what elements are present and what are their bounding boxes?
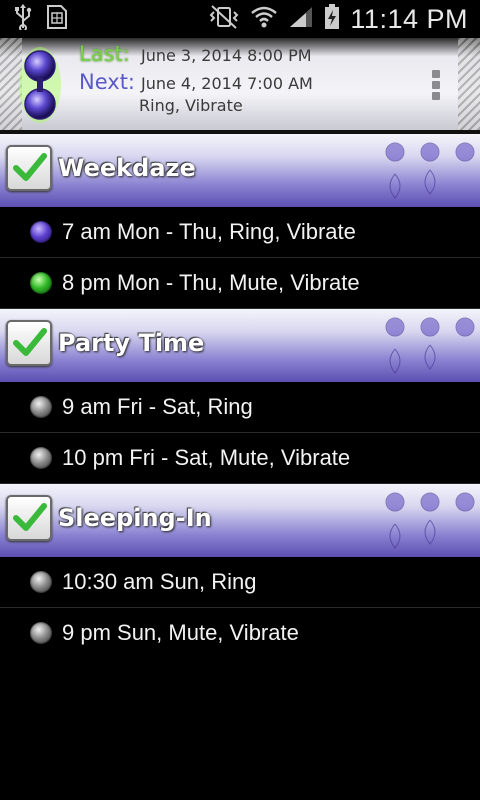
- schedule-item[interactable]: 7 am Mon - Thu, Ring, Vibrate: [0, 207, 480, 258]
- group-enabled-checkbox[interactable]: [6, 320, 52, 366]
- group-enabled-checkbox[interactable]: [6, 145, 52, 191]
- schedule-summary-header: Last: June 3, 2014 8:00 PM Next: June 4,…: [0, 38, 480, 130]
- status-dot-icon: [30, 272, 52, 294]
- battery-charging-icon: [324, 4, 340, 34]
- group-header-weekdaze[interactable]: Weekdaze: [0, 134, 480, 207]
- next-value: June 4, 2014 7:00 AM: [141, 74, 313, 93]
- status-dot-icon: [30, 221, 52, 243]
- group-title: Party Time: [58, 329, 205, 357]
- schedule-item-label: 9 am Fri - Sat, Ring: [62, 394, 253, 419]
- hourglass-pattern-icon: [385, 317, 475, 374]
- group-enabled-checkbox[interactable]: [6, 495, 52, 541]
- group-title: Weekdaze: [58, 154, 196, 182]
- status-dot-icon: [30, 622, 52, 644]
- schedule-item[interactable]: 10:30 am Sun, Ring: [0, 557, 480, 608]
- schedule-item-label: 7 am Mon - Thu, Ring, Vibrate: [62, 219, 356, 244]
- schedule-item-label: 10:30 am Sun, Ring: [62, 569, 257, 594]
- wifi-icon: [250, 5, 278, 33]
- hourglass-pattern-icon: [385, 492, 475, 549]
- hourglass-pattern-icon: [385, 142, 475, 199]
- schedule-item[interactable]: 9 pm Sun, Mute, Vibrate: [0, 608, 480, 658]
- schedule-item-label: 8 pm Mon - Thu, Mute, Vibrate: [62, 270, 360, 295]
- schedule-item[interactable]: 10 pm Fri - Sat, Mute, Vibrate: [0, 433, 480, 484]
- signal-icon: [288, 5, 314, 33]
- clock-time: 11:14 PM: [350, 3, 468, 34]
- usb-icon: [14, 4, 32, 34]
- schedule-item[interactable]: 8 pm Mon - Thu, Mute, Vibrate: [0, 258, 480, 309]
- schedule-item-label: 9 pm Sun, Mute, Vibrate: [62, 620, 299, 645]
- group-title: Sleeping-In: [58, 504, 212, 532]
- group-header-party-time[interactable]: Party Time: [0, 309, 480, 382]
- schedule-summary: Last: June 3, 2014 8:00 PM Next: June 4,…: [79, 42, 313, 98]
- checkmark-icon: [13, 328, 47, 356]
- last-value: June 3, 2014 8:00 PM: [141, 46, 312, 65]
- sim-icon: [46, 4, 68, 34]
- next-label: Next:: [79, 70, 135, 94]
- checkmark-icon: [13, 503, 47, 531]
- schedule-item[interactable]: 9 am Fri - Sat, Ring: [0, 382, 480, 433]
- hourglass-icon: [19, 47, 61, 123]
- schedule-item-label: 10 pm Fri - Sat, Mute, Vibrate: [62, 445, 351, 470]
- schedule-list: Weekdaze 7 am Mon - Thu, Ring, Vibrate 8…: [0, 134, 480, 658]
- group-header-sleeping-in[interactable]: Sleeping-In: [0, 484, 480, 557]
- overflow-menu-icon[interactable]: [432, 70, 442, 100]
- header-decoration-right: [458, 38, 480, 130]
- last-label: Last:: [79, 42, 130, 66]
- status-dot-icon: [30, 396, 52, 418]
- status-dot-icon: [30, 571, 52, 593]
- checkmark-icon: [13, 153, 47, 181]
- status-bar: 11:14 PM: [0, 0, 480, 38]
- status-dot-icon: [30, 447, 52, 469]
- vibrate-icon: [208, 4, 240, 34]
- next-mode: Ring, Vibrate: [139, 96, 243, 115]
